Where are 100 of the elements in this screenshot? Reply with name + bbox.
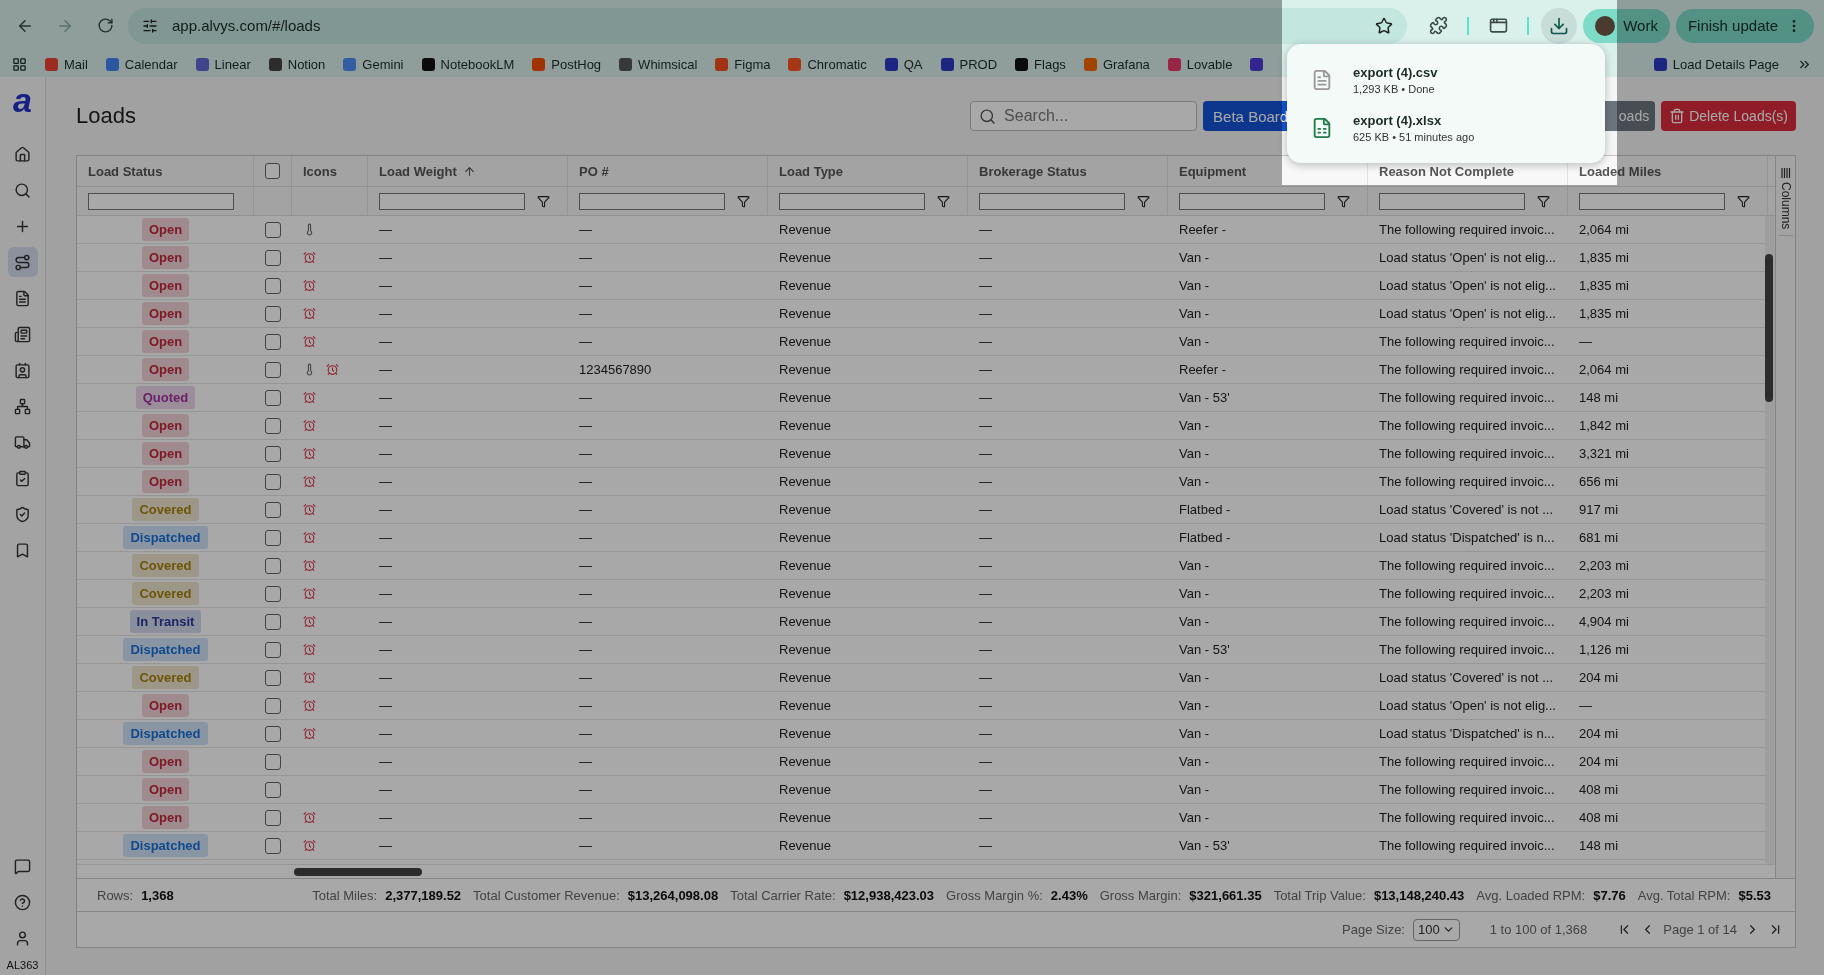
bookmark-star-icon[interactable] <box>1375 16 1394 35</box>
columns-tab[interactable]: Columns <box>1778 168 1793 237</box>
filter-field[interactable] <box>379 192 525 210</box>
table-cell: The following required invoic... <box>1379 614 1555 629</box>
site-settings-icon[interactable] <box>142 17 158 34</box>
bookmark-link[interactable]: Calendar <box>105 56 178 72</box>
alarm-clock-icon <box>303 699 316 712</box>
table-cell: 1234567890 <box>579 362 652 377</box>
column-header[interactable]: PO # <box>579 163 609 179</box>
bookmark-link[interactable]: Linear <box>195 56 251 72</box>
row-checkbox[interactable] <box>265 781 281 798</box>
row-checkbox[interactable] <box>265 837 281 854</box>
filter-icon[interactable] <box>737 194 750 208</box>
row-checkbox[interactable] <box>265 249 281 266</box>
bookmark-link[interactable]: Load Details Page <box>1653 56 1779 72</box>
spreadsheet-file-icon <box>1311 116 1333 139</box>
row-checkbox[interactable] <box>265 557 281 574</box>
page-title: Loads <box>76 103 137 129</box>
table-cell: — <box>379 278 392 293</box>
column-header[interactable]: Reason Not Complete <box>1379 163 1515 179</box>
file-meta: 1,293 KB • Done <box>1353 82 1436 95</box>
filter-field[interactable] <box>1179 192 1325 210</box>
apps-icon[interactable] <box>12 56 27 72</box>
table-cell: — <box>579 670 592 685</box>
column-header[interactable]: Brokerage Status <box>979 163 1087 179</box>
profile-button[interactable]: Work <box>1583 8 1670 43</box>
row-checkbox[interactable] <box>265 445 281 462</box>
reload-icon[interactable] <box>96 17 114 34</box>
bookmark-link[interactable]: Gemini <box>343 56 404 72</box>
download-item[interactable]: export (4).xlsx 625 KB • 51 minutes ago <box>1311 112 1581 143</box>
tab-search-icon[interactable] <box>1488 16 1508 35</box>
row-checkbox[interactable] <box>265 529 281 546</box>
bookmark-favicon[interactable] <box>1250 57 1264 71</box>
row-checkbox[interactable] <box>265 221 281 238</box>
filter-icon[interactable] <box>1537 194 1550 208</box>
bookmark-link[interactable]: Figma <box>715 56 771 72</box>
table-cell: — <box>579 698 592 713</box>
bookmark-link[interactable]: NotebookLM <box>421 56 515 72</box>
row-checkbox[interactable] <box>265 809 281 826</box>
status-badge: Quoted <box>135 386 196 409</box>
extensions-icon[interactable] <box>1428 16 1448 35</box>
row-checkbox[interactable] <box>265 361 281 378</box>
bookmark-link[interactable]: Notion <box>268 56 326 72</box>
column-header[interactable]: Load Status <box>88 163 163 179</box>
row-checkbox[interactable] <box>265 613 281 630</box>
select-all-checkbox[interactable] <box>265 163 280 179</box>
row-checkbox[interactable] <box>265 725 281 742</box>
row-checkbox[interactable] <box>265 473 281 490</box>
row-checkbox[interactable] <box>265 417 281 434</box>
row-checkbox[interactable] <box>265 501 281 518</box>
address-bar[interactable]: app.alvys.com/#/loads <box>128 7 1408 44</box>
column-header[interactable]: Equipment <box>1179 163 1247 179</box>
delete-button[interactable]: Delete Loads(s) <box>1661 101 1796 131</box>
row-checkbox[interactable] <box>265 641 281 658</box>
bookmark-link[interactable]: QA <box>884 56 923 72</box>
search-box[interactable]: Search... <box>970 101 1198 131</box>
column-header[interactable]: Load Type <box>779 163 844 179</box>
row-checkbox[interactable] <box>265 333 281 350</box>
filter-field[interactable] <box>1579 192 1725 210</box>
row-checkbox[interactable] <box>265 669 281 686</box>
bookmark-link[interactable]: Flags <box>1015 56 1066 72</box>
download-item[interactable]: export (4).csv 1,293 KB • Done <box>1311 64 1581 95</box>
downloads-button[interactable] <box>1541 7 1578 44</box>
sidebar-nav-button[interactable] <box>7 247 38 277</box>
table-cell: The following required invoic... <box>1379 446 1555 461</box>
column-header[interactable]: Load Weight <box>379 163 457 179</box>
bookmark-link[interactable]: Mail <box>45 56 88 72</box>
bookmark-link[interactable]: Lovable <box>1167 56 1233 72</box>
row-checkbox[interactable] <box>265 585 281 602</box>
search-field[interactable]: Search... <box>1002 106 1189 126</box>
bookmark-link[interactable]: Whimsical <box>619 56 698 72</box>
row-checkbox[interactable] <box>265 697 281 714</box>
filter-icon[interactable] <box>1737 194 1750 208</box>
filter-field[interactable] <box>979 192 1125 210</box>
filter-field[interactable] <box>779 192 925 210</box>
filter-field[interactable] <box>579 192 725 210</box>
filter-field[interactable] <box>1379 192 1525 210</box>
row-checkbox[interactable] <box>265 277 281 294</box>
bookmark-link[interactable]: Grafana <box>1083 56 1150 72</box>
page-size-select[interactable]: 100 <box>1412 918 1460 941</box>
column-header[interactable]: Loaded Miles <box>1579 163 1662 179</box>
filter-icon[interactable] <box>1337 194 1350 208</box>
column-header[interactable]: Icons <box>303 163 337 179</box>
filter-field[interactable] <box>88 192 234 210</box>
table-cell: Revenue <box>779 614 832 629</box>
filter-icon[interactable] <box>1137 194 1150 208</box>
vertical-scrollbar-thumb[interactable] <box>1765 254 1773 402</box>
row-checkbox[interactable] <box>265 389 281 406</box>
update-button[interactable]: Finish update <box>1675 8 1814 43</box>
filter-icon[interactable] <box>537 194 550 208</box>
filter-icon[interactable] <box>937 194 950 208</box>
horizontal-scrollbar-thumb[interactable] <box>294 867 422 876</box>
logo[interactable]: a <box>13 85 32 115</box>
status-badge: Open <box>141 806 190 829</box>
file-meta: 625 KB • 51 minutes ago <box>1353 130 1475 143</box>
bookmark-link[interactable]: PROD <box>940 56 998 72</box>
bookmark-link[interactable]: Chromatic <box>788 56 867 72</box>
row-checkbox[interactable] <box>265 753 281 770</box>
row-checkbox[interactable] <box>265 305 281 322</box>
bookmark-link[interactable]: PostHog <box>532 56 602 72</box>
